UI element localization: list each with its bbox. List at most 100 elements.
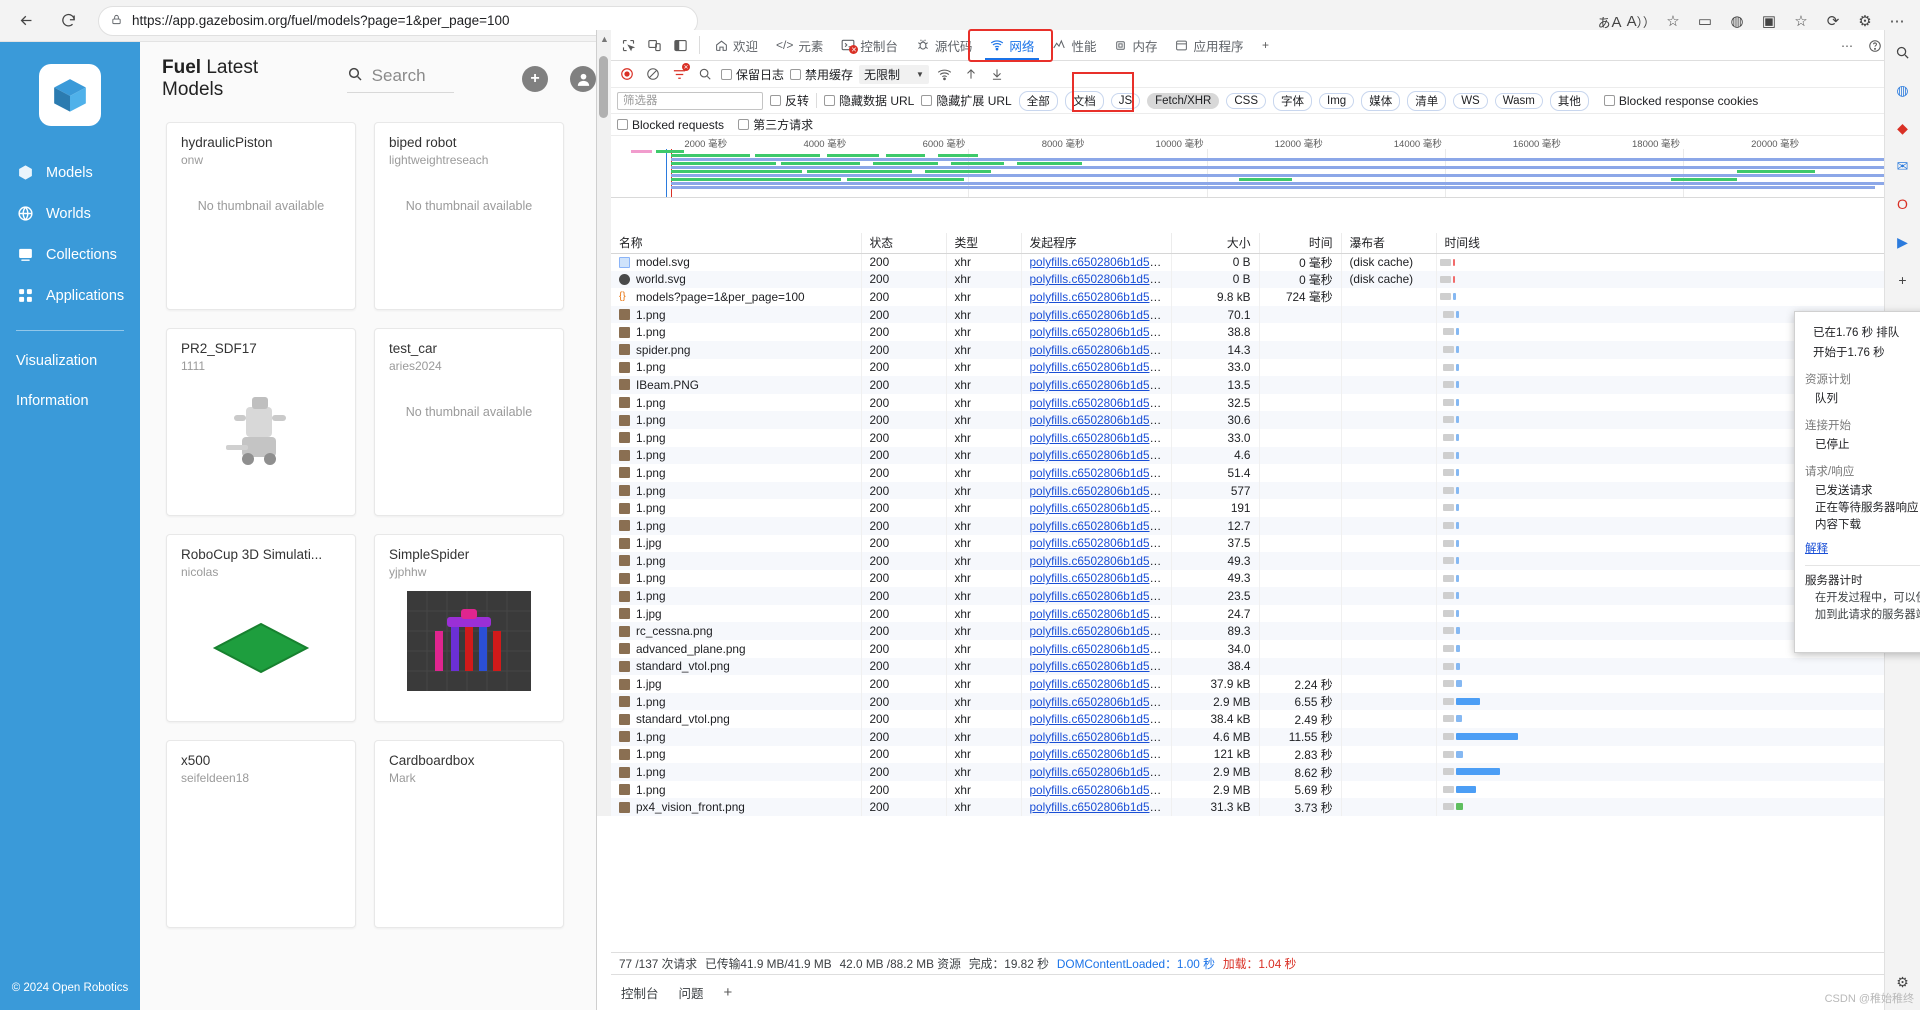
drawer-tab-console[interactable]: 控制台: [621, 983, 659, 1002]
throttling-select[interactable]: 无限制 ▼: [859, 64, 929, 84]
initiator-link[interactable]: polyfills.c6502806b1d5283...: [1030, 695, 1171, 709]
model-card[interactable]: hydraulicPiston onw No thumbnail availab…: [166, 122, 356, 310]
table-row[interactable]: 1.png 200 xhr polyfills.c6502806b1d5283... 4…: [611, 569, 1920, 588]
search-icon[interactable]: [695, 64, 715, 84]
type-pill-wasm[interactable]: Wasm: [1494, 92, 1543, 109]
network-request-table[interactable]: 名称 状态 类型 发起程序 大小 时间 瀑布者 时间线 model.svg 200…: [611, 233, 1920, 946]
table-row[interactable]: advanced_plane.png 200 xhr polyfills.c65028…: [611, 640, 1920, 658]
initiator-link[interactable]: polyfills.c6502806b1d5283...: [1030, 800, 1171, 814]
initiator-link[interactable]: polyfills.c6502806b1d5283...: [1030, 360, 1171, 374]
initiator-link[interactable]: polyfills.c6502806b1d5283...: [1030, 712, 1171, 726]
initiator-link[interactable]: polyfills.c6502806b1d5283...: [1030, 431, 1171, 445]
device-toolbar-icon[interactable]: [641, 32, 667, 58]
initiator-link[interactable]: polyfills.c6502806b1d5283...: [1030, 272, 1171, 286]
sidebar-item-models[interactable]: Models: [0, 152, 140, 193]
drawer-tab-issues[interactable]: 问题: [679, 983, 704, 1002]
table-row[interactable]: 1.png 200 xhr polyfills.c6502806b1d5283... 2…: [611, 763, 1920, 781]
sidebar-item-visualization[interactable]: Visualization: [0, 341, 140, 381]
initiator-link[interactable]: polyfills.c6502806b1d5283...: [1030, 501, 1171, 515]
type-pill-css[interactable]: CSS: [1226, 92, 1267, 109]
hide-extension-url-checkbox[interactable]: 隐藏扩展 URL: [921, 92, 1012, 109]
sidebar-item-applications[interactable]: Applications: [0, 275, 140, 316]
export-har-icon[interactable]: [987, 64, 1007, 84]
initiator-link[interactable]: polyfills.c6502806b1d5283...: [1030, 730, 1171, 744]
initiator-link[interactable]: polyfills.c6502806b1d5283...: [1030, 448, 1171, 462]
initiator-link[interactable]: polyfills.c6502806b1d5283...: [1030, 677, 1171, 691]
record-stop-icon[interactable]: [617, 64, 637, 84]
col-name[interactable]: 名称: [611, 233, 862, 254]
tab-console[interactable]: ✕ 控制台: [832, 30, 907, 60]
table-row[interactable]: rc_cessna.png 200 xhr polyfills.c6502806b1d…: [611, 622, 1920, 641]
tab-application[interactable]: 应用程序: [1166, 30, 1252, 60]
table-row[interactable]: 1.png 200 xhr polyfills.c6502806b1d5283... 3…: [611, 358, 1920, 377]
sidebar-item-collections[interactable]: Collections: [0, 234, 140, 275]
initiator-link[interactable]: polyfills.c6502806b1d5283...: [1030, 343, 1171, 357]
model-card[interactable]: SimpleSpider yjphhw: [374, 534, 564, 722]
back-button[interactable]: [10, 5, 42, 37]
model-card[interactable]: x500 seifeldeen18: [166, 740, 356, 928]
initiator-link[interactable]: polyfills.c6502806b1d5283...: [1030, 747, 1171, 761]
initiator-link[interactable]: polyfills.c6502806b1d5283...: [1030, 783, 1171, 797]
page-scrollbar[interactable]: ▲: [597, 30, 611, 816]
rail-office-icon[interactable]: O: [1891, 192, 1915, 216]
rail-search-icon[interactable]: [1891, 40, 1915, 64]
reload-button[interactable]: [52, 5, 84, 37]
table-row[interactable]: {} models?page=1&per_page=100 200 xhr polyfi…: [611, 288, 1920, 306]
tab-memory[interactable]: 内存: [1105, 30, 1166, 60]
initiator-link[interactable]: polyfills.c6502806b1d5283...: [1030, 607, 1171, 621]
table-row[interactable]: 1.jpg 200 xhr polyfills.c6502806b1d5283... 3…: [611, 675, 1920, 693]
initiator-link[interactable]: polyfills.c6502806b1d5283...: [1030, 396, 1171, 410]
table-row[interactable]: 1.png 200 xhr polyfills.c6502806b1d5283... 2…: [611, 780, 1920, 799]
table-row[interactable]: 1.png 200 xhr polyfills.c6502806b1d5283... 5…: [611, 481, 1920, 500]
table-row[interactable]: 1.png 200 xhr polyfills.c6502806b1d5283... 1…: [611, 745, 1920, 764]
filter-icon[interactable]: ✕: [669, 63, 690, 84]
initiator-link[interactable]: polyfills.c6502806b1d5283...: [1030, 484, 1171, 498]
table-row[interactable]: IBeam.PNG 200 xhr polyfills.c6502806b1d5283…: [611, 376, 1920, 394]
table-row[interactable]: standard_vtol.png 200 xhr polyfills.c650280…: [611, 710, 1920, 729]
hide-data-url-checkbox[interactable]: 隐藏数据 URL: [824, 92, 914, 109]
table-row[interactable]: 1.png 200 xhr polyfills.c6502806b1d5283... 3…: [611, 323, 1920, 341]
type-pill-ws[interactable]: WS: [1453, 92, 1488, 109]
model-card[interactable]: RoboCup 3D Simulati... nicolas: [166, 534, 356, 722]
table-row[interactable]: 1.png 200 xhr polyfills.c6502806b1d5283... 4…: [611, 728, 1920, 746]
clear-icon[interactable]: [643, 64, 663, 84]
third-party-requests-checkbox[interactable]: 第三方请求: [738, 116, 813, 133]
type-pill-fetch-xhr[interactable]: Fetch/XHR: [1147, 92, 1220, 109]
model-card[interactable]: test_car aries2024 No thumbnail availabl…: [374, 328, 564, 516]
type-pill-media[interactable]: 媒体: [1361, 90, 1401, 111]
initiator-link[interactable]: polyfills.c6502806b1d5283...: [1030, 325, 1171, 339]
initiator-link[interactable]: polyfills.c6502806b1d5283...: [1030, 624, 1171, 638]
account-circle-icon[interactable]: [570, 66, 596, 92]
model-card[interactable]: biped robot lightweightreseach No thumbn…: [374, 122, 564, 310]
initiator-link[interactable]: polyfills.c6502806b1d5283...: [1030, 659, 1171, 673]
table-row[interactable]: 1.png 200 xhr polyfills.c6502806b1d5283... 1…: [611, 516, 1920, 535]
table-row[interactable]: 1.png 200 xhr polyfills.c6502806b1d5283... 4…: [611, 446, 1920, 465]
initiator-link[interactable]: polyfills.c6502806b1d5283...: [1030, 519, 1171, 533]
tab-welcome[interactable]: 欢迎: [706, 30, 767, 60]
table-row[interactable]: 1.png 200 xhr polyfills.c6502806b1d5283... 7…: [611, 305, 1920, 324]
table-row[interactable]: 1.png 200 xhr polyfills.c6502806b1d5283... 4…: [611, 552, 1920, 570]
table-row[interactable]: 1.png 200 xhr polyfills.c6502806b1d5283... 3…: [611, 393, 1920, 412]
col-initiator[interactable]: 发起程序: [1021, 233, 1172, 254]
scroll-up-arrow-icon[interactable]: ▲: [600, 34, 609, 44]
dock-side-icon[interactable]: [667, 32, 693, 58]
initiator-link[interactable]: polyfills.c6502806b1d5283...: [1030, 255, 1171, 269]
table-row[interactable]: 1.png 200 xhr polyfills.c6502806b1d5283... 1…: [611, 499, 1920, 517]
scrollbar-thumb[interactable]: [599, 56, 608, 118]
tab-elements[interactable]: </> 元素: [767, 30, 832, 60]
blocked-response-cookies-checkbox[interactable]: Blocked response cookies: [1603, 94, 1758, 108]
tab-performance[interactable]: 性能: [1043, 30, 1105, 60]
table-row[interactable]: 1.png 200 xhr polyfills.c6502806b1d5283... 5…: [611, 464, 1920, 482]
rail-copilot-icon[interactable]: ◍: [1891, 78, 1915, 102]
initiator-link[interactable]: polyfills.c6502806b1d5283...: [1030, 413, 1171, 427]
invert-checkbox[interactable]: 反转: [770, 92, 809, 109]
blocked-requests-checkbox[interactable]: Blocked requests: [617, 118, 724, 132]
table-row[interactable]: 1.png 200 xhr polyfills.c6502806b1d5283... 2…: [611, 692, 1920, 711]
rail-add-icon[interactable]: +: [1891, 268, 1915, 292]
type-pill-font[interactable]: 字体: [1273, 90, 1313, 111]
rail-tools-icon[interactable]: ◆: [1891, 116, 1915, 140]
preserve-log-checkbox[interactable]: 保留日志: [721, 66, 784, 83]
tab-network[interactable]: 网络: [981, 30, 1043, 60]
col-type[interactable]: 类型: [946, 233, 1022, 254]
model-card[interactable]: Cardboardbox Mark: [374, 740, 564, 928]
